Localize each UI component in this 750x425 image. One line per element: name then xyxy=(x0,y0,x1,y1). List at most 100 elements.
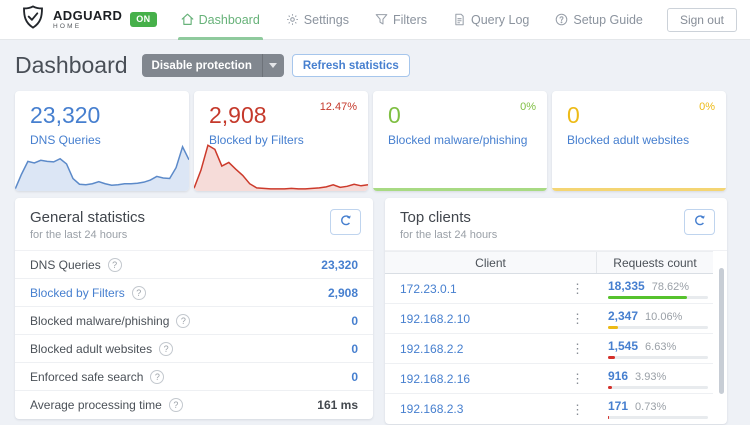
client-ip-link[interactable]: 172.23.0.1 xyxy=(400,282,457,296)
nav-label: Setup Guide xyxy=(573,12,643,27)
stat-value: 0 xyxy=(351,313,358,328)
requests-count: 18,335 xyxy=(608,278,645,293)
nav-label: Filters xyxy=(392,12,427,27)
adguard-logo[interactable]: ADGUARD HOME ON xyxy=(20,4,157,35)
stat-value: 2,908 xyxy=(327,285,358,300)
table-scrollbar-thumb[interactable] xyxy=(719,268,724,394)
disable-protection-label: Disable protection xyxy=(151,59,252,72)
refresh-general-stats-button[interactable] xyxy=(330,209,361,235)
stat-row: Blocked by Filters? 2,908 xyxy=(15,279,373,307)
requests-bar xyxy=(608,295,687,299)
panel-head: Top clients for the last 24 hours xyxy=(385,198,727,251)
client-ip-link[interactable]: 192.168.2.10 xyxy=(400,312,470,326)
logo-subtitle: HOME xyxy=(53,22,82,30)
requests-percent: 78.62% xyxy=(651,280,690,293)
refresh-top-clients-button[interactable] xyxy=(684,209,715,235)
client-row: 172.23.0.1 ⋮ 18,335 78.62% xyxy=(385,274,713,304)
refresh-icon xyxy=(339,214,352,230)
kebab-menu-icon[interactable]: ⋮ xyxy=(567,340,588,357)
stat-value: 0 xyxy=(351,369,358,384)
card-label-link[interactable]: Blocked adult websites xyxy=(567,133,726,147)
nav-settings[interactable]: Settings xyxy=(286,0,349,40)
column-header-requests-count[interactable]: Requests count xyxy=(597,252,713,273)
flat-sparkline xyxy=(373,188,547,191)
card-label-link[interactable]: Blocked malware/phishing xyxy=(388,133,547,147)
client-row: 192.168.2.2 ⋮ 1,545 6.63% xyxy=(385,334,713,364)
protection-status-badge: ON xyxy=(130,12,157,27)
main-nav: Dashboard Settings Filters Query Log Set… xyxy=(157,0,667,40)
panel-head: General statistics for the last 24 hours xyxy=(15,198,373,251)
kebab-menu-icon[interactable]: ⋮ xyxy=(567,280,588,297)
client-ip-link[interactable]: 192.168.2.2 xyxy=(400,342,463,356)
top-bar: ADGUARD HOME ON Dashboard Settings Filte… xyxy=(0,0,750,40)
page-head: Dashboard Disable protection Refresh sta… xyxy=(15,52,727,79)
sign-out-button[interactable]: Sign out xyxy=(666,7,737,32)
stat-value: 23,320 xyxy=(321,257,358,272)
stat-cards-row: 23,320 DNS Queries 2,908 Blocked by Filt… xyxy=(15,91,727,191)
kebab-menu-icon[interactable]: ⋮ xyxy=(567,401,588,418)
nav-dashboard[interactable]: Dashboard xyxy=(177,0,263,40)
question-icon[interactable]: ? xyxy=(131,285,146,300)
panels-row: General statistics for the last 24 hours… xyxy=(15,198,727,424)
panel-title: Top clients xyxy=(400,209,471,226)
nav-query-log[interactable]: Query Log xyxy=(453,0,529,40)
page-content: Dashboard Disable protection Refresh sta… xyxy=(0,40,750,424)
page-title: Dashboard xyxy=(15,52,128,78)
funnel-icon xyxy=(375,13,388,26)
column-header-client[interactable]: Client xyxy=(385,252,597,273)
panel-subtitle: for the last 24 hours xyxy=(30,229,128,241)
gear-icon xyxy=(286,13,299,26)
disable-protection-button[interactable]: Disable protection xyxy=(141,54,284,77)
kebab-menu-icon[interactable]: ⋮ xyxy=(567,370,588,387)
chevron-down-icon xyxy=(269,63,278,68)
card-value: 23,320 xyxy=(30,102,101,128)
refresh-icon xyxy=(693,214,706,230)
requests-bar xyxy=(608,416,609,419)
requests-bar-track xyxy=(608,355,708,359)
client-ip-link[interactable]: 192.168.2.3 xyxy=(400,402,463,416)
requests-count: 1,545 xyxy=(608,338,639,353)
card-dns-queries: 23,320 DNS Queries xyxy=(15,91,189,191)
question-icon[interactable]: ? xyxy=(176,313,191,328)
top-clients-rows: 172.23.0.1 ⋮ 18,335 78.62% 192.168.2.10 ⋮… xyxy=(385,274,713,424)
requests-bar xyxy=(608,385,612,389)
top-clients-table-header: Client Requests count xyxy=(385,251,713,274)
question-icon[interactable]: ? xyxy=(168,398,183,412)
stat-value: 161 ms xyxy=(317,398,358,412)
nav-filters[interactable]: Filters xyxy=(375,0,427,40)
stat-row: Enforced safe search? 0 xyxy=(15,363,373,391)
refresh-statistics-button[interactable]: Refresh statistics xyxy=(291,54,410,77)
home-icon xyxy=(181,13,194,26)
requests-count: 916 xyxy=(608,368,629,383)
stat-row: DNS Queries? 23,320 xyxy=(15,251,373,279)
stat-row: Average processing time? 161 ms xyxy=(15,391,373,419)
kebab-menu-icon[interactable]: ⋮ xyxy=(567,310,588,327)
disable-protection-dropdown[interactable] xyxy=(261,54,284,77)
blocked-filters-sparkline xyxy=(194,139,368,191)
nav-label: Query Log xyxy=(471,12,530,27)
requests-count: 2,347 xyxy=(608,308,639,323)
requests-bar-track xyxy=(608,295,708,299)
nav-setup-guide[interactable]: Setup Guide xyxy=(555,0,643,40)
requests-bar-track xyxy=(608,325,708,329)
client-ip-link[interactable]: 192.168.2.16 xyxy=(400,372,470,386)
nav-label: Dashboard xyxy=(198,12,260,27)
help-circle-icon xyxy=(555,13,568,26)
stat-label-link[interactable]: Blocked by Filters xyxy=(30,286,125,300)
card-percent: 12.47% xyxy=(319,101,357,113)
stat-row: Blocked malware/phishing? 0 xyxy=(15,307,373,335)
requests-bar xyxy=(608,355,615,359)
general-statistics-rows: DNS Queries? 23,320 Blocked by Filters? … xyxy=(15,251,373,419)
stat-row: Blocked adult websites? 0 xyxy=(15,335,373,363)
question-icon[interactable]: ? xyxy=(150,369,165,384)
requests-count: 171 xyxy=(608,399,629,413)
stat-label: Average processing time xyxy=(30,398,162,412)
stat-label: DNS Queries xyxy=(30,257,101,272)
question-icon[interactable]: ? xyxy=(107,257,122,272)
requests-percent: 10.06% xyxy=(645,310,683,323)
question-icon[interactable]: ? xyxy=(159,341,174,356)
requests-percent: 3.93% xyxy=(635,370,667,383)
requests-percent: 0.73% xyxy=(635,401,667,413)
top-clients-panel: Top clients for the last 24 hours Client… xyxy=(385,198,727,424)
card-blocked-by-filters: 2,908 Blocked by Filters 12.47% xyxy=(194,91,368,191)
